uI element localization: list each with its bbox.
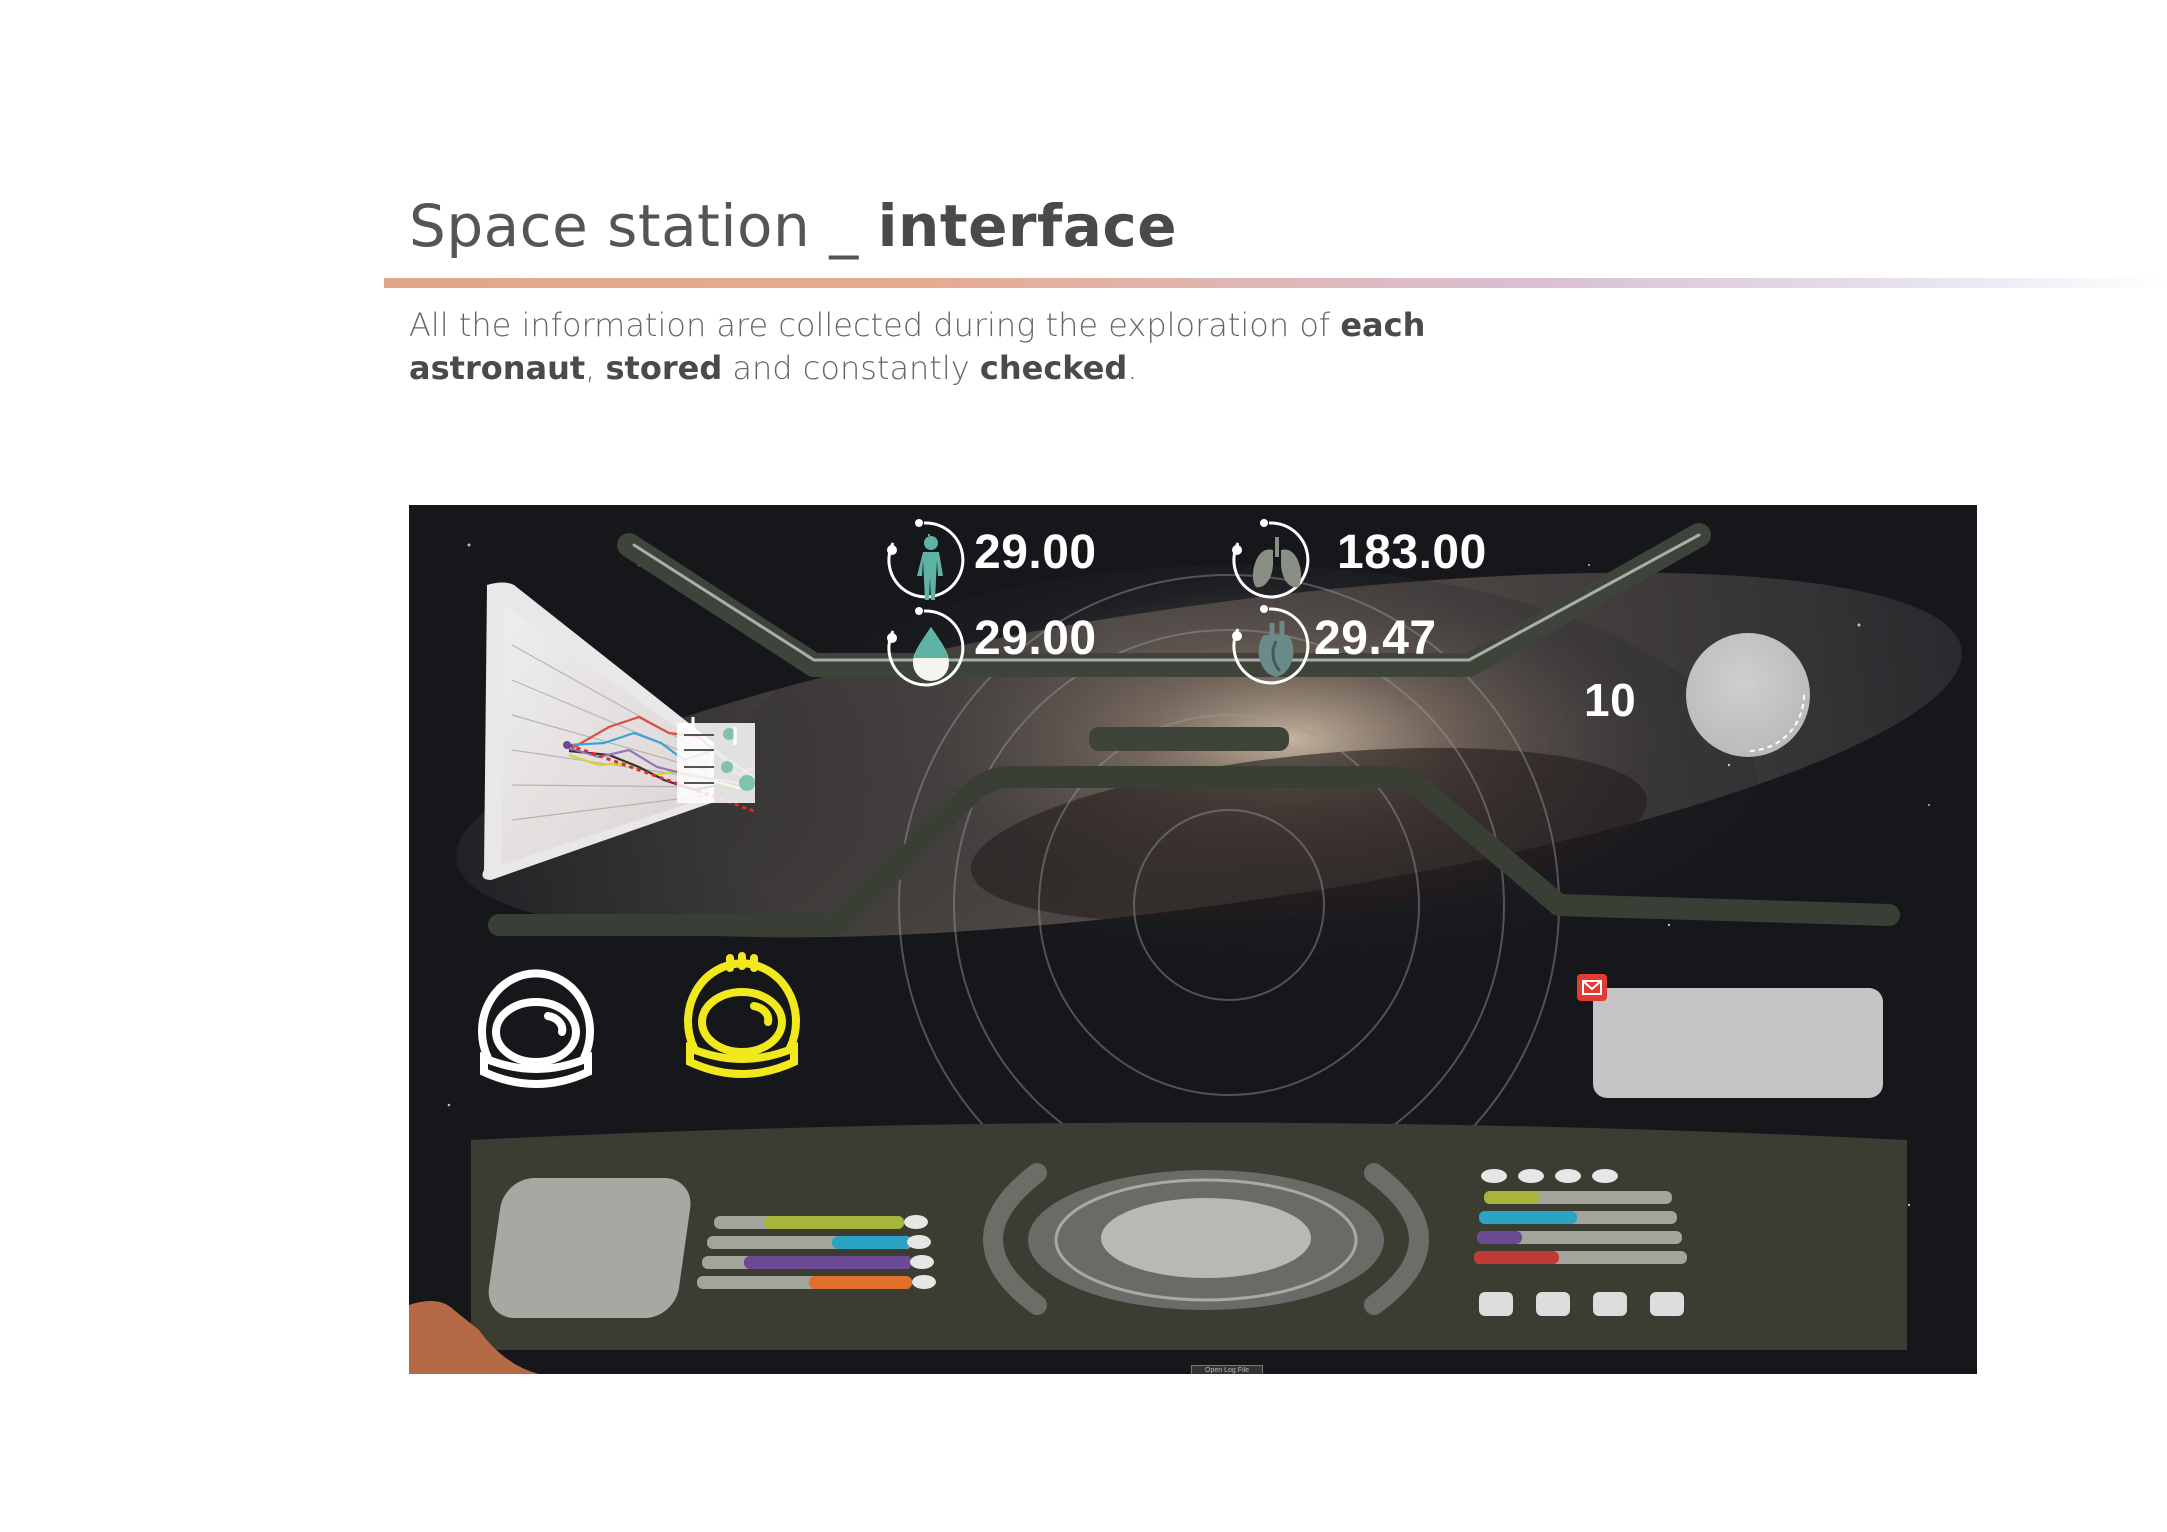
human-body-icon xyxy=(879,515,969,605)
lungs-value: 183.00 xyxy=(1337,526,1487,579)
page-subtitle: All the information are collected during… xyxy=(409,304,1509,390)
astronaut-helmet-icon[interactable] xyxy=(672,940,812,1095)
page-title: Space station _ interface xyxy=(409,192,1177,260)
astronaut-helmet-icon[interactable] xyxy=(466,950,606,1105)
subtitle-emphasis: checked xyxy=(979,349,1128,387)
water-value: 29.00 xyxy=(974,612,1097,665)
message-panel[interactable] xyxy=(1593,988,1883,1098)
title-divider xyxy=(384,278,2167,288)
heart-icon xyxy=(1224,601,1314,691)
page-title-bold: interface xyxy=(877,192,1178,260)
subtitle-part: All the information are collected during… xyxy=(409,306,1341,344)
timer-disc xyxy=(1686,633,1810,757)
timer-value: 10 xyxy=(1584,674,1637,726)
mail-icon[interactable] xyxy=(1577,974,1607,1001)
space-station-interface: 29.00 183.00 29.00 29.47 10 Open Log Fil… xyxy=(409,505,1977,1374)
subtitle-part: . xyxy=(1127,349,1138,387)
lungs-icon xyxy=(1224,515,1314,605)
subtitle-part: , xyxy=(585,349,606,387)
page-title-light: Space station _ xyxy=(409,192,878,260)
body-value: 29.00 xyxy=(974,526,1097,579)
heart-value: 29.47 xyxy=(1314,612,1437,665)
subtitle-part: and constantly xyxy=(722,349,980,387)
subtitle-emphasis: stored xyxy=(605,349,723,387)
open-log-file-button[interactable]: Open Log File xyxy=(1191,1365,1263,1374)
water-drop-icon xyxy=(879,603,969,693)
